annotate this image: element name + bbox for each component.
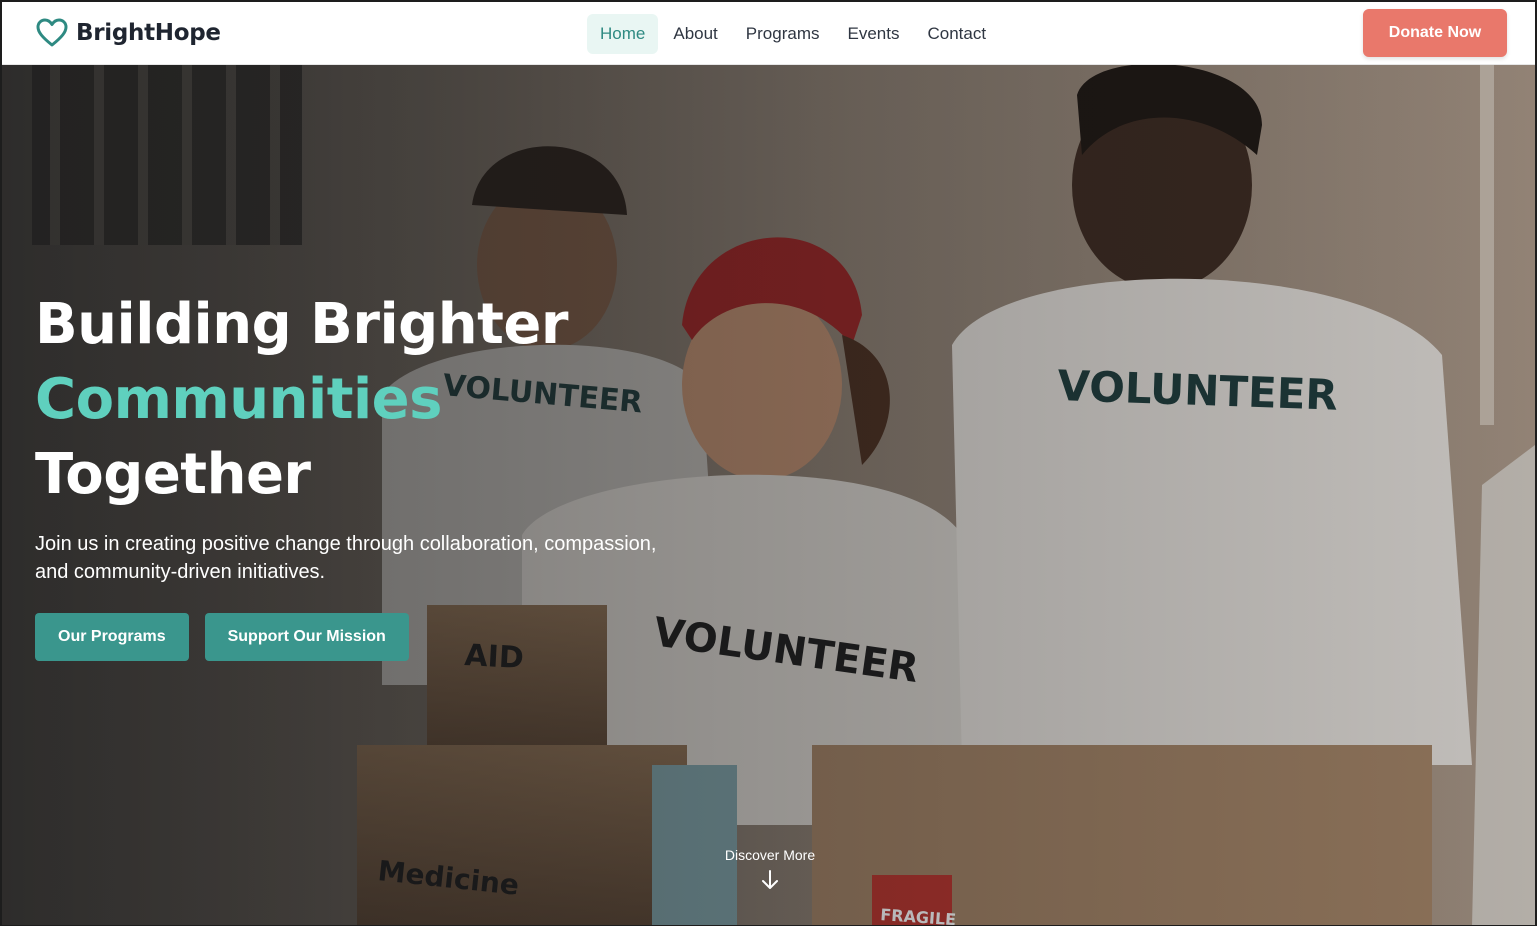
site-header: BrightHope Home About Programs Events Co…: [2, 2, 1535, 65]
heart-icon: [36, 18, 68, 48]
hero-buttons: Our Programs Support Our Mission: [35, 613, 409, 661]
discover-more-link[interactable]: Discover More: [710, 847, 830, 891]
nav-item-programs[interactable]: Programs: [733, 14, 833, 54]
our-programs-button[interactable]: Our Programs: [35, 613, 189, 661]
hero-title: Building Brighter Communities Together: [35, 287, 735, 512]
donate-now-button[interactable]: Donate Now: [1363, 9, 1507, 57]
brand-logo[interactable]: BrightHope: [36, 18, 221, 48]
brand-name: BrightHope: [76, 20, 221, 46]
arrow-down-icon: [762, 870, 778, 889]
hero-title-line3: Together: [35, 442, 311, 507]
hero-content: Building Brighter Communities Together J…: [35, 287, 735, 661]
main-nav: Home About Programs Events Contact: [587, 14, 1001, 54]
nav-item-contact[interactable]: Contact: [914, 14, 999, 54]
support-mission-button[interactable]: Support Our Mission: [204, 613, 409, 661]
hero-section: VOLUNTEERVOLUNTEERVOLUNTEERAIDMedicineFR…: [2, 65, 1535, 925]
hero-subtitle: Join us in creating positive change thro…: [35, 533, 657, 583]
nav-item-about[interactable]: About: [660, 14, 730, 54]
hero-title-accent: Communities: [35, 367, 442, 432]
nav-item-events[interactable]: Events: [834, 14, 912, 54]
discover-more-label: Discover More: [724, 847, 816, 863]
page: BrightHope Home About Programs Events Co…: [0, 0, 1537, 926]
nav-item-home[interactable]: Home: [587, 14, 659, 54]
hero-title-line1: Building Brighter: [35, 292, 569, 357]
